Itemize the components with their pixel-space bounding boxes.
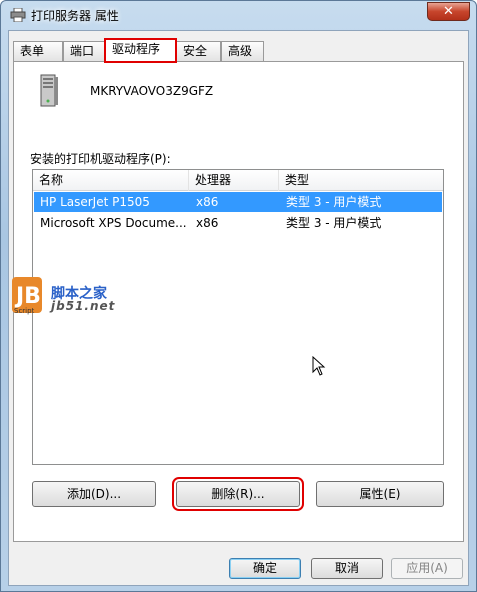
tab-forms[interactable]: 表单 <box>13 41 63 61</box>
table-row[interactable]: HP LaserJet P1505 x86 类型 3 - 用户模式 <box>34 192 442 212</box>
driver-processor: x86 <box>196 216 219 230</box>
installed-drivers-label: 安装的打印机驱动程序(P): <box>30 152 171 166</box>
list-header: 名称 处理器 类型 <box>33 170 443 191</box>
server-computer-icon <box>40 74 58 107</box>
column-header-type[interactable]: 类型 <box>279 170 443 191</box>
apply-button[interactable]: 应用(A) <box>391 558 463 579</box>
remove-driver-button[interactable]: 删除(R)... <box>172 477 304 511</box>
dialog-window: 打印服务器 属性 ✕ 表单 端口 驱动程序 安全 高级 MKRYVAOVO3Z9… <box>0 0 477 592</box>
printer-icon <box>10 8 26 22</box>
drivers-list[interactable]: 名称 处理器 类型 HP LaserJet P1505 x86 类型 3 - 用… <box>32 169 444 465</box>
window-title: 打印服务器 属性 <box>31 9 119 23</box>
tab-ports[interactable]: 端口 <box>63 41 105 61</box>
column-header-name[interactable]: 名称 <box>33 170 189 191</box>
logo-subtext: Script <box>14 307 35 315</box>
close-button[interactable]: ✕ <box>427 2 470 21</box>
watermark-domain: jb51.net <box>51 299 116 313</box>
tab-security[interactable]: 安全 <box>176 41 221 61</box>
ok-button[interactable]: 确定 <box>229 558 301 579</box>
cancel-button[interactable]: 取消 <box>311 558 383 579</box>
driver-properties-button[interactable]: 属性(E) <box>316 481 444 507</box>
mouse-pointer-icon <box>312 356 326 376</box>
server-name: MKRYVAOVO3Z9GFZ <box>90 84 214 98</box>
title-bar[interactable]: 打印服务器 属性 ✕ <box>1 1 476 29</box>
driver-type: 类型 3 - 用户模式 <box>286 195 382 209</box>
tab-advanced[interactable]: 高级 <box>221 41 264 61</box>
close-icon: ✕ <box>443 4 454 19</box>
driver-type: 类型 3 - 用户模式 <box>286 216 382 230</box>
table-row[interactable]: Microsoft XPS Docume... x86 类型 3 - 用户模式 <box>34 213 442 233</box>
tab-drivers[interactable]: 驱动程序 <box>104 38 177 63</box>
driver-processor: x86 <box>196 195 219 209</box>
driver-name: HP LaserJet P1505 <box>40 195 150 209</box>
driver-name: Microsoft XPS Docume... <box>40 216 187 230</box>
svg-text:JB: JB <box>14 284 41 309</box>
add-driver-button[interactable]: 添加(D)... <box>32 481 156 507</box>
column-header-processor[interactable]: 处理器 <box>189 170 279 191</box>
